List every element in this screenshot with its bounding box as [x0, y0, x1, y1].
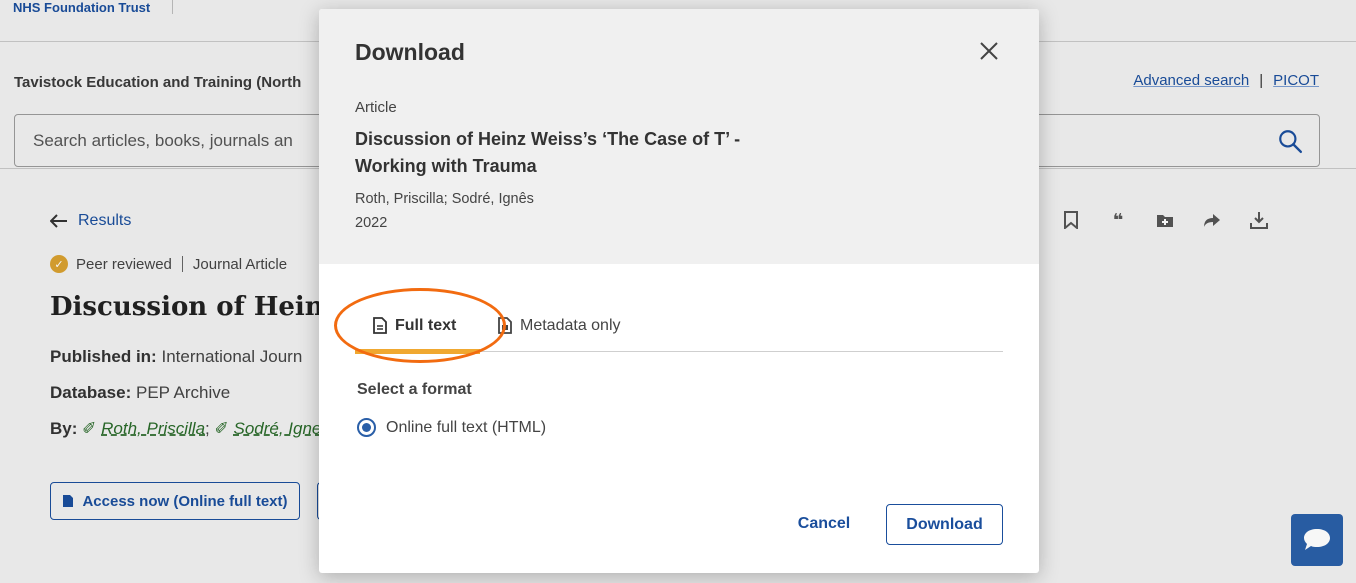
download-button[interactable]: Download: [886, 504, 1003, 545]
dialog-title: Download: [355, 39, 465, 65]
download-tabs: Full text Metadata only: [355, 299, 1003, 354]
dialog-header: Download Article Discussion of Heinz Wei…: [319, 9, 1039, 264]
article-year: 2022: [355, 215, 388, 231]
format-option-html[interactable]: Online full text (HTML): [357, 418, 546, 437]
tab-metadata-only[interactable]: Metadata only: [480, 299, 639, 352]
close-icon[interactable]: [977, 39, 1001, 63]
format-option-label: Online full text (HTML): [386, 418, 547, 436]
article-type: Article: [355, 99, 397, 116]
tab-label: Full text: [395, 316, 457, 334]
tab-full-text[interactable]: Full text: [355, 299, 480, 354]
download-dialog: Download Article Discussion of Heinz Wei…: [319, 9, 1039, 573]
article-title: Discussion of Heinz Weiss’s ‘The Case of…: [355, 129, 741, 176]
tab-label: Metadata only: [520, 316, 621, 334]
radio-selected[interactable]: [357, 418, 376, 437]
format-label: Select a format: [357, 381, 472, 398]
document-icon: [373, 317, 387, 334]
article-authors: Roth, Priscilla; Sodré, Ignês: [355, 191, 534, 207]
metadata-document-icon: [498, 317, 512, 334]
cancel-button[interactable]: Cancel: [785, 504, 863, 544]
